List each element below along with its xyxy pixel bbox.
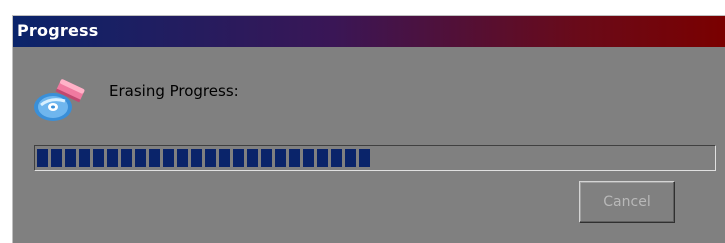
progress-block <box>303 149 314 167</box>
progress-block <box>359 149 370 167</box>
progress-block <box>191 149 202 167</box>
progress-block <box>289 149 300 167</box>
progress-block <box>233 149 244 167</box>
cd-eraser-icon <box>34 79 85 121</box>
progress-block <box>51 149 62 167</box>
cancel-button[interactable]: Cancel <box>579 181 675 223</box>
progress-block <box>275 149 286 167</box>
progress-block <box>107 149 118 167</box>
progress-bar-fill <box>37 149 370 167</box>
progress-block <box>37 149 48 167</box>
progress-block <box>331 149 342 167</box>
progress-block <box>135 149 146 167</box>
progress-block <box>177 149 188 167</box>
progress-block <box>121 149 132 167</box>
progress-block <box>345 149 356 167</box>
progress-block <box>247 149 258 167</box>
progress-bar <box>34 145 716 171</box>
progress-block <box>93 149 104 167</box>
progress-label: Erasing Progress: <box>109 82 239 100</box>
progress-block <box>317 149 328 167</box>
title-bar[interactable]: Progress <box>13 16 725 47</box>
progress-dialog: Progress Erasing Progress: Cancel <box>12 15 725 243</box>
progress-block <box>261 149 272 167</box>
progress-block <box>205 149 216 167</box>
progress-block <box>149 149 160 167</box>
progress-block <box>219 149 230 167</box>
progress-block <box>79 149 90 167</box>
progress-block <box>163 149 174 167</box>
progress-block <box>65 149 76 167</box>
window-title: Progress <box>17 21 99 40</box>
